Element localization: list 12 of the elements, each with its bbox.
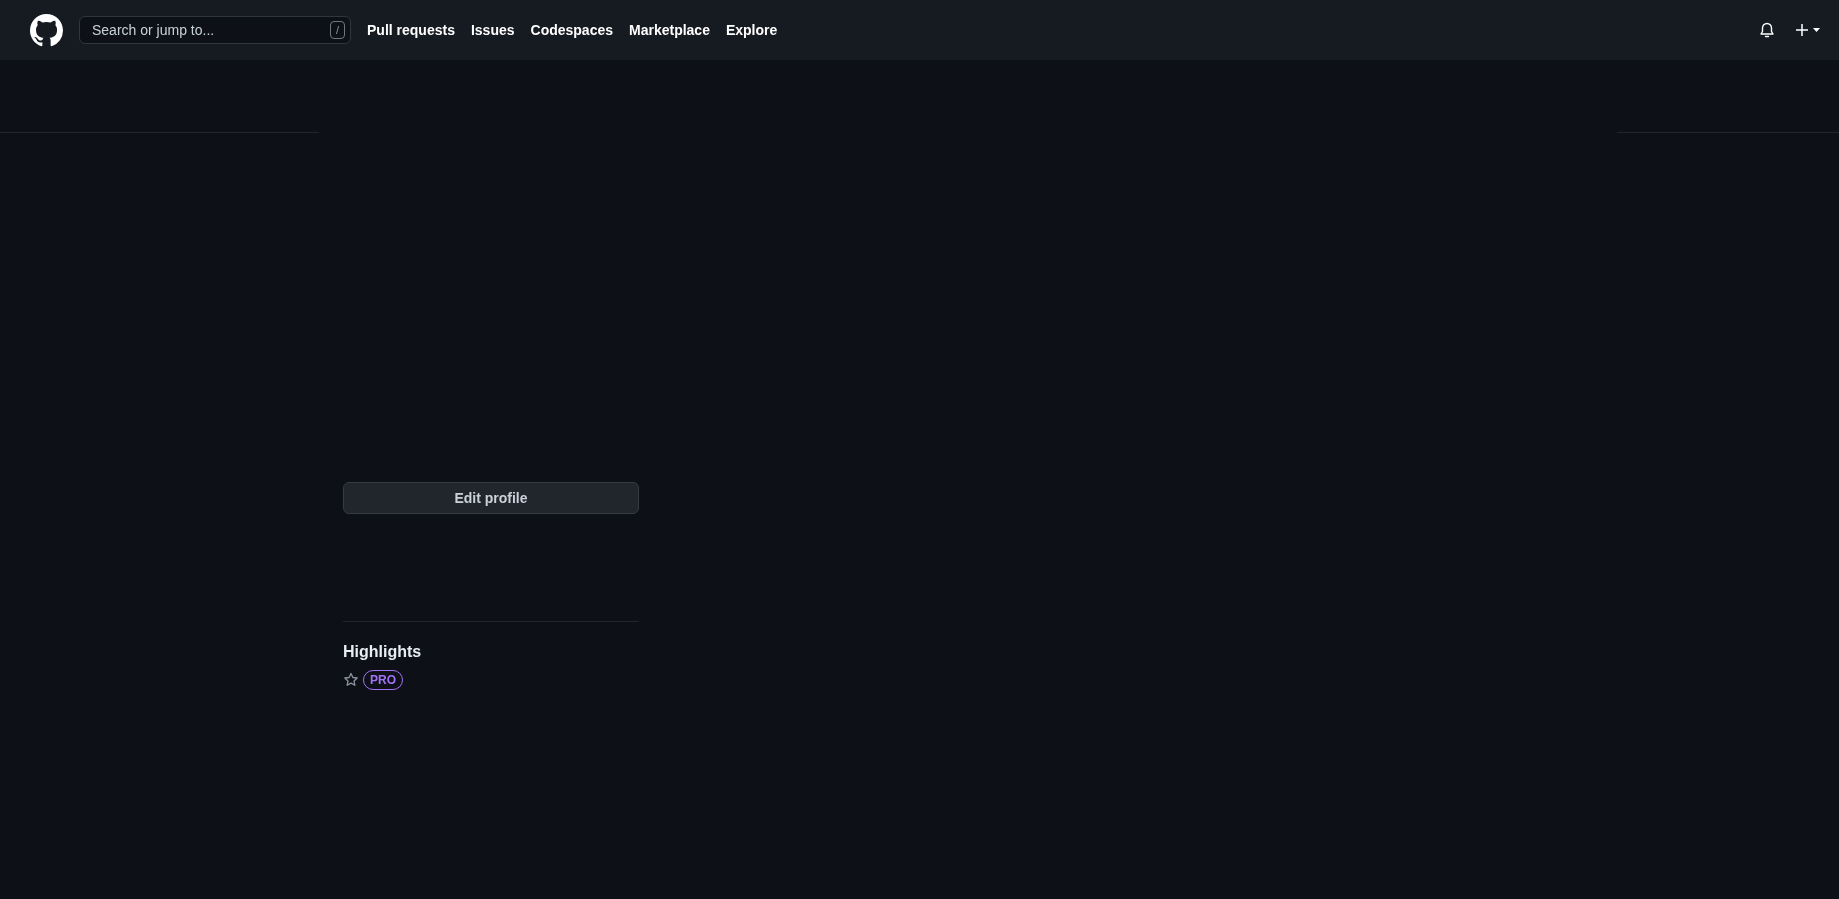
section-title: Highlights	[343, 642, 423, 662]
nav-link[interactable]: Issues	[470, 19, 515, 41]
nav-link[interactable]: Codespaces	[530, 19, 613, 41]
nav-link[interactable]: Explore	[725, 19, 778, 41]
plus-caret-icon[interactable]	[1795, 23, 1821, 37]
star-icon	[343, 672, 359, 688]
nav-link[interactable]: Marketplace	[629, 19, 710, 41]
bell-icon[interactable]	[1759, 21, 1775, 39]
edit-profile-button[interactable]: Edit profile	[343, 482, 639, 514]
logo-icon[interactable]	[30, 13, 63, 47]
shortcut-key: /	[329, 21, 345, 39]
nav-link[interactable]: Pull requests	[367, 19, 455, 41]
